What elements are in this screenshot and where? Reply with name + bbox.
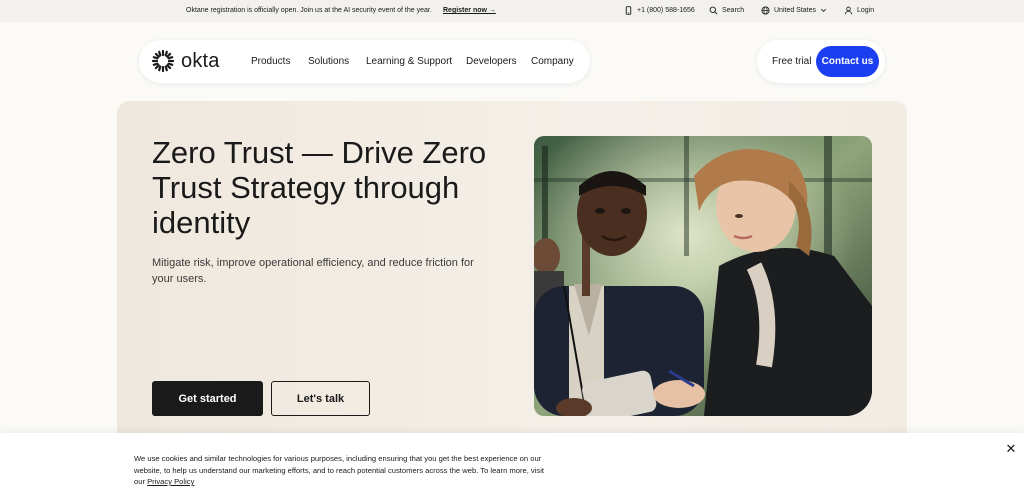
nav-item-company[interactable]: Company (531, 56, 574, 67)
cookie-text: We use cookies and similar technologies … (134, 453, 554, 488)
privacy-policy-link[interactable]: Privacy Policy (147, 477, 194, 486)
phone-number: +1 (800) 588-1656 (637, 7, 695, 14)
login-link[interactable]: Login (844, 6, 874, 15)
hero-section: Zero Trust — Drive Zero Trust Strategy t… (117, 101, 907, 441)
announcement-bar: Oktane registration is officially open. … (0, 0, 1024, 22)
main-nav: okta Products Solutions Learning & Suppo… (139, 40, 590, 83)
contact-us-button[interactable]: Contact us (816, 46, 879, 77)
close-icon[interactable]: ✕ (1005, 442, 1017, 455)
okta-logo[interactable]: okta (151, 49, 220, 73)
nav-item-learning-support[interactable]: Learning & Support (366, 56, 452, 67)
search-icon (709, 6, 718, 15)
hero-title: Zero Trust — Drive Zero Trust Strategy t… (152, 135, 487, 240)
free-trial-link[interactable]: Free trial (772, 56, 811, 67)
search-label: Search (722, 7, 745, 14)
search-button[interactable]: Search (709, 6, 744, 15)
cookie-banner: We use cookies and similar technologies … (0, 433, 1024, 500)
hero-subtitle: Mitigate risk, improve operational effic… (152, 257, 474, 285)
lets-talk-button[interactable]: Let's talk (271, 381, 370, 416)
phone-link[interactable]: +1 (800) 588-1656 (624, 6, 695, 15)
nav-item-developers[interactable]: Developers (466, 56, 517, 67)
get-started-button[interactable]: Get started (152, 381, 263, 416)
globe-icon (761, 6, 770, 15)
chevron-down-icon (821, 8, 827, 12)
nav-item-solutions[interactable]: Solutions (308, 56, 349, 67)
hero-photo (534, 136, 872, 416)
hero-photo-illustration (534, 136, 872, 416)
nav-item-products[interactable]: Products (251, 56, 290, 67)
login-label: Login (857, 7, 875, 14)
logo-wordmark: okta (181, 49, 220, 72)
register-now-link[interactable]: Register now → (443, 7, 496, 14)
region-selector[interactable]: United States (761, 6, 827, 15)
okta-sunburst-icon (151, 49, 175, 73)
cta-group: Free trial Contact us (757, 40, 885, 83)
cookie-message: We use cookies and similar technologies … (134, 454, 544, 486)
region-label: United States (774, 7, 817, 14)
user-icon (844, 6, 853, 15)
announcement-text: Oktane registration is officially open. … (186, 7, 432, 14)
phone-icon (625, 6, 632, 15)
